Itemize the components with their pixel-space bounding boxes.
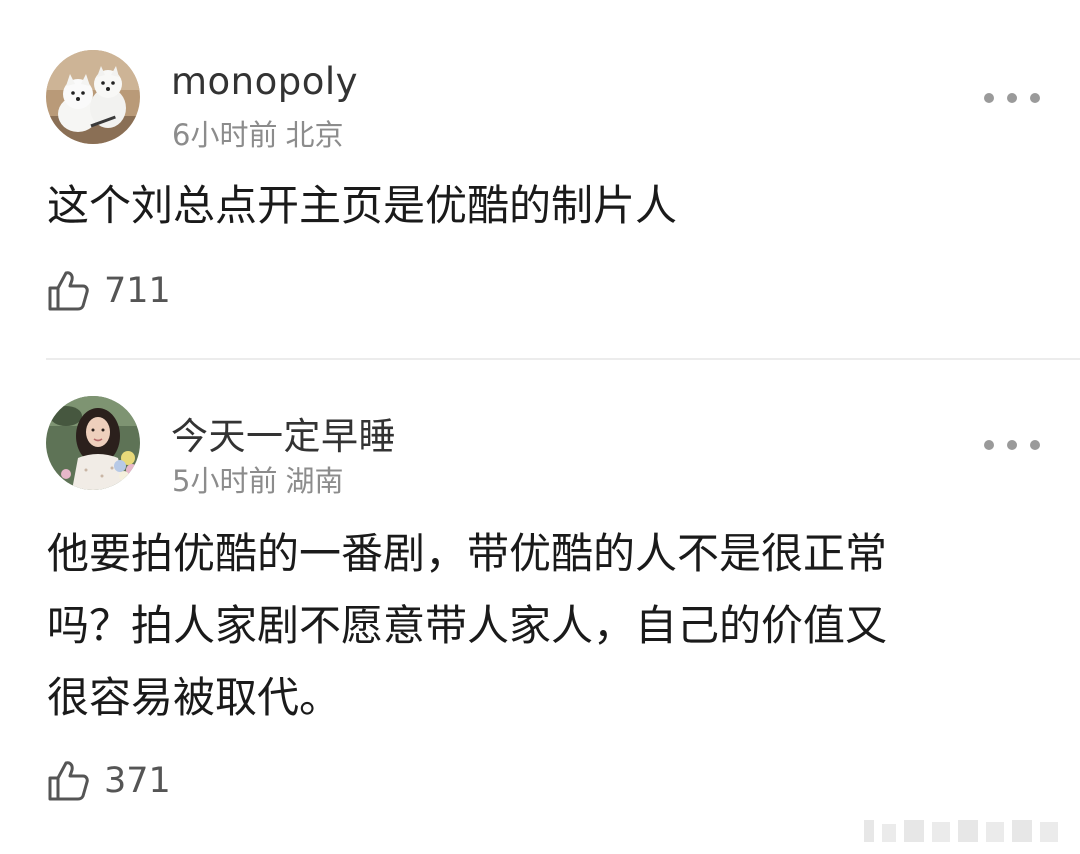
comment-location: 湖南 bbox=[285, 464, 344, 498]
more-dot bbox=[1007, 93, 1017, 103]
comment-divider bbox=[46, 358, 1080, 360]
comment-time: 6小时前 bbox=[172, 118, 278, 152]
username[interactable]: 今天一定早睡 bbox=[171, 406, 396, 460]
avatar-woman-with-flowers-icon bbox=[46, 396, 140, 490]
comment-meta: 6小时前 北京 bbox=[172, 112, 343, 154]
comment-text: 他要拍优酷的一番剧，带优酷的人不是很正常 吗？拍人家剧不愿意带人家人，自己的价值… bbox=[47, 529, 888, 722]
comment-text: 这个刘总点开主页是优酷的制片人 bbox=[47, 181, 678, 230]
comment-item: monopoly 6小时前 北京 这个刘总点开主页是优酷的制片人 711 bbox=[0, 0, 1080, 360]
more-horizontal-icon bbox=[984, 93, 994, 103]
username[interactable]: monopoly bbox=[171, 60, 358, 103]
more-options-button[interactable] bbox=[984, 431, 1040, 459]
comment-meta: 5小时前 湖南 bbox=[172, 458, 343, 500]
like-button[interactable]: 371 bbox=[46, 759, 171, 803]
like-count: 371 bbox=[104, 761, 171, 801]
more-dot bbox=[1030, 440, 1040, 450]
user-avatar[interactable] bbox=[46, 50, 140, 144]
more-dot bbox=[1030, 93, 1040, 103]
thumbs-up-icon bbox=[48, 761, 89, 801]
thumbs-up-icon bbox=[48, 271, 89, 311]
like-count: 711 bbox=[104, 271, 171, 311]
more-dot bbox=[1007, 440, 1017, 450]
like-button[interactable]: 711 bbox=[46, 269, 171, 313]
comment-time: 5小时前 bbox=[172, 464, 278, 498]
comment-location: 北京 bbox=[285, 118, 344, 152]
watermark-icon bbox=[864, 820, 1058, 842]
avatar-two-white-dogs-icon bbox=[46, 50, 140, 144]
user-avatar[interactable] bbox=[46, 396, 140, 490]
more-options-button[interactable] bbox=[984, 84, 1040, 112]
more-horizontal-icon bbox=[984, 440, 994, 450]
comment-item: 今天一定早睡 5小时前 湖南 他要拍优酷的一番剧，带优酷的人不是很正常 吗？拍人家… bbox=[0, 362, 1080, 854]
